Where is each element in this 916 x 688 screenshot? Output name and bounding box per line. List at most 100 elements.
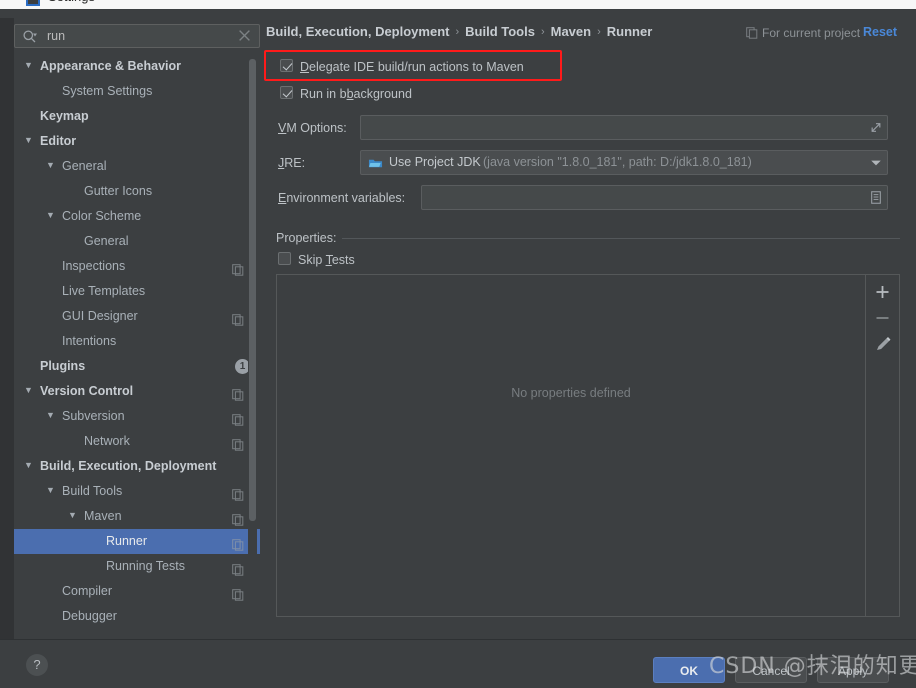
scope-indicator-label: For current project [762,26,861,40]
breadcrumb: Build, Execution, Deployment › Build Tools… [266,24,652,44]
sidebar-item-label: Appearance & Behavior [40,59,182,74]
sidebar-item-label: Build Tools [62,484,123,499]
sidebar-item-label: Subversion [62,409,125,424]
sidebar-item-label: Gutter Icons [84,184,153,199]
sidebar-item-label: Live Templates [62,284,146,299]
properties-table[interactable]: No properties defined [276,274,866,617]
sidebar-item-label: General [62,159,107,174]
window-controls[interactable]: — □ ✕ [832,0,908,3]
sidebar-item-plugins[interactable]: Plugins 1 [14,354,260,379]
jre-label-rest: RE: [284,156,306,170]
project-scope-icon [232,485,244,501]
sidebar-item-general[interactable]: General [14,229,260,254]
chevron-down-icon[interactable]: ▼ [24,453,35,478]
sidebar-item-color-scheme[interactable]: ▼ Color Scheme [14,204,260,229]
reset-link[interactable]: Reset [863,25,897,39]
sidebar-item-intentions[interactable]: Intentions [14,329,260,354]
sidebar-item-label: Keymap [40,109,89,124]
delegate-ide-build-checkbox-row[interactable]: Delegate IDE build/run actions to Maven [280,57,524,75]
sidebar-item-general[interactable]: ▼ General [14,154,260,179]
run-in-background-checkbox-row[interactable]: Run in bbackground [280,84,412,102]
chevron-down-icon[interactable]: ▼ [24,128,35,153]
delegate-ide-build-checkbox[interactable] [280,59,293,72]
sidebar-item-running-tests[interactable]: Running Tests [14,554,260,579]
chevron-down-icon[interactable] [865,151,887,174]
sidebar-item-editor[interactable]: ▼ Editor [14,129,260,154]
sidebar-item-keymap[interactable]: Keymap [14,104,260,129]
project-scope-icon [232,385,244,401]
sidebar-item-gutter-icons[interactable]: Gutter Icons [14,179,260,204]
window-titlebar: Settings — □ ✕ [0,0,916,9]
project-scope-icon [746,27,758,39]
run-in-background-checkbox[interactable] [280,86,293,99]
search-input-value[interactable]: run [47,29,65,43]
sidebar-item-appearance-behavior[interactable]: ▼ Appearance & Behavior [14,54,260,79]
search-input[interactable]: run [14,24,260,48]
cancel-button[interactable]: Cancel [735,657,807,683]
sidebar-item-label: Intentions [62,334,117,349]
env-label-rest: nvironment variables: [286,191,406,205]
jre-combobox[interactable]: Use Project JDK (java version "1.8.0_181… [360,150,888,175]
apply-button[interactable]: Apply [817,657,889,683]
skip-tests-checkbox[interactable] [278,252,291,265]
skip-tests-checkbox-row[interactable]: Skip Tests [278,250,355,268]
settings-window-icon [26,0,40,6]
remove-property-button[interactable] [866,305,899,331]
chevron-down-icon[interactable]: ▼ [24,378,35,403]
environment-variables-input[interactable] [421,185,888,210]
vm-options-label: VM Options: [278,121,347,135]
tree-scrollbar-track[interactable] [248,57,257,637]
dialog-footer: ? OK Cancel Apply [0,640,916,688]
skip-tests-rest: ests [331,252,355,267]
sidebar-item-network[interactable]: Network [14,429,260,454]
sidebar-item-system-settings[interactable]: System Settings [14,79,260,104]
sidebar-item-label: Debugger [62,609,117,624]
chevron-down-icon[interactable]: ▼ [46,403,57,428]
sidebar-item-build-tools[interactable]: ▼ Build Tools [14,479,260,504]
chevron-down-icon[interactable]: ▼ [46,478,57,503]
env-list-icon[interactable] [865,186,887,209]
sidebar-item-subversion[interactable]: ▼ Subversion [14,404,260,429]
breadcrumb-item[interactable]: Maven [551,24,591,39]
project-scope-icon [232,510,244,526]
sidebar-item-gui-designer[interactable]: GUI Designer [14,304,260,329]
project-scope-icon [232,560,244,576]
breadcrumb-item[interactable]: Build Tools [465,24,535,39]
sidebar-item-build-execution-deployment[interactable]: ▼ Build, Execution, Deployment [14,454,260,479]
add-property-button[interactable] [866,279,899,305]
delegate-label-rest: elegate IDE build/run actions to Maven [309,59,524,74]
breadcrumb-item[interactable]: Build, Execution, Deployment [266,24,449,39]
sidebar-item-label: Runner [106,534,147,549]
clear-icon[interactable] [238,29,251,42]
chevron-down-icon[interactable]: ▼ [24,54,35,78]
sidebar-item-compiler[interactable]: Compiler [14,579,260,604]
chevron-down-icon[interactable]: ▼ [46,153,57,178]
properties-empty-text: No properties defined [511,386,631,400]
breadcrumb-item[interactable]: Runner [607,24,653,39]
sidebar-item-debugger[interactable]: Debugger [14,604,260,629]
sidebar-item-runner[interactable]: Runner [14,529,260,554]
ok-button[interactable]: OK [653,657,725,683]
expand-icon[interactable] [865,116,887,139]
tree-scrollbar-thumb[interactable] [249,59,256,521]
settings-tree-pane: run ▼ Appearance & Behavior System Setting… [14,9,260,637]
sidebar-item-label: Maven [84,509,122,524]
sidebar-item-label: Inspections [62,259,126,274]
jre-value-main: Use Project JDK [389,155,481,169]
chevron-down-icon[interactable]: ▼ [68,503,79,528]
breadcrumb-separator: › [455,25,460,38]
help-button[interactable]: ? [26,654,48,676]
vm-options-input[interactable] [360,115,888,140]
sidebar-item-inspections[interactable]: Inspections [14,254,260,279]
delegate-ide-build-label: Delegate IDE build/run actions to Maven [300,58,524,76]
sidebar-item-maven[interactable]: ▼ Maven [14,504,260,529]
chevron-down-icon[interactable]: ▼ [46,203,57,228]
sidebar-item-version-control[interactable]: ▼ Version Control [14,379,260,404]
environment-variables-label: Environment variables: [278,191,405,205]
sidebar-item-live-templates[interactable]: Live Templates [14,279,260,304]
edit-property-button[interactable] [866,331,899,357]
breadcrumb-separator: › [540,25,545,38]
sidebar-item-label: System Settings [62,84,153,99]
window-title: Settings [48,0,95,4]
settings-tree[interactable]: ▼ Appearance & Behavior System Settings Key… [14,54,260,637]
